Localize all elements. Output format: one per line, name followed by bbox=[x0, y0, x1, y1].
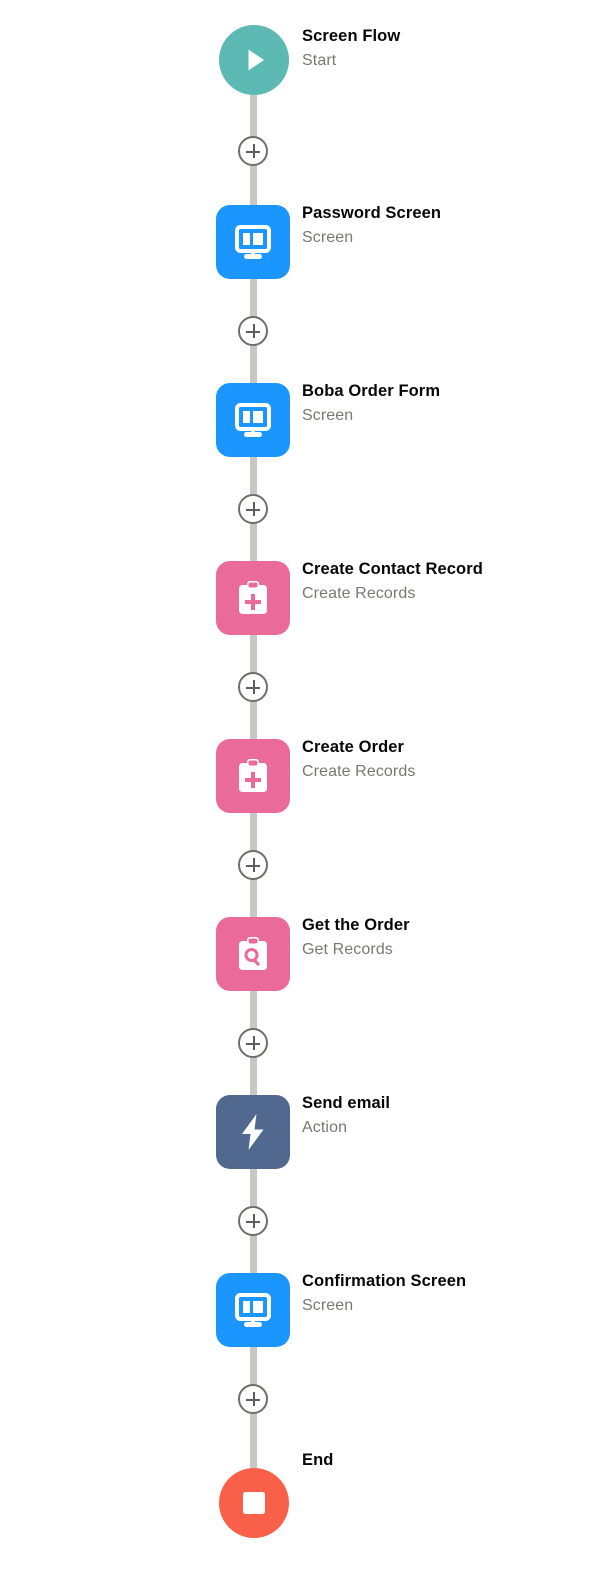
add-element-button[interactable] bbox=[238, 1028, 268, 1058]
flow-node-create-order[interactable] bbox=[216, 739, 290, 813]
flow-node-confirmation-screen[interactable] bbox=[216, 1273, 290, 1347]
flow-node-label-create-contact-record: Create Contact Record Create Records bbox=[302, 559, 592, 604]
node-title: End bbox=[302, 1451, 334, 1469]
add-element-button[interactable] bbox=[238, 850, 268, 880]
node-title: Send email bbox=[302, 1094, 391, 1112]
node-title: Get the Order bbox=[302, 916, 410, 934]
flow-node-boba-order-form[interactable] bbox=[216, 383, 290, 457]
node-title: Confirmation Screen bbox=[302, 1272, 467, 1290]
add-element-button[interactable] bbox=[238, 136, 268, 166]
screen-icon bbox=[235, 225, 271, 259]
plus-icon bbox=[252, 1214, 255, 1228]
flow-node-label-password-screen: Password Screen Screen bbox=[302, 203, 592, 248]
create-records-icon bbox=[239, 581, 267, 614]
node-title: Password Screen bbox=[302, 204, 442, 222]
add-element-button[interactable] bbox=[238, 1384, 268, 1414]
plus-icon bbox=[252, 144, 255, 158]
flow-node-label-start: Screen Flow Start bbox=[302, 26, 592, 71]
flow-node-label-get-the-order: Get the Order Get Records bbox=[302, 915, 592, 960]
node-subtitle: Screen bbox=[302, 407, 354, 424]
plus-icon bbox=[252, 680, 255, 694]
node-title: Create Contact Record bbox=[302, 560, 483, 578]
flow-node-label-end: End bbox=[302, 1450, 592, 1471]
add-element-button[interactable] bbox=[238, 494, 268, 524]
node-subtitle: Create Records bbox=[302, 763, 416, 780]
flow-node-create-contact-record[interactable] bbox=[216, 561, 290, 635]
node-subtitle: Get Records bbox=[302, 941, 393, 958]
screen-icon bbox=[235, 403, 271, 437]
lightning-bolt-icon bbox=[242, 1114, 264, 1150]
stop-icon bbox=[243, 1492, 265, 1514]
add-element-button[interactable] bbox=[238, 672, 268, 702]
node-title: Screen Flow bbox=[302, 27, 401, 45]
node-title: Create Order bbox=[302, 738, 405, 756]
flow-node-label-confirmation-screen: Confirmation Screen Screen bbox=[302, 1271, 592, 1316]
node-subtitle: Screen bbox=[302, 1297, 354, 1314]
flow-node-end[interactable] bbox=[219, 1468, 289, 1538]
flow-node-get-the-order[interactable] bbox=[216, 917, 290, 991]
flow-node-start[interactable] bbox=[219, 25, 289, 95]
get-records-icon bbox=[239, 937, 267, 970]
screen-icon bbox=[235, 1293, 271, 1327]
add-element-button[interactable] bbox=[238, 316, 268, 346]
plus-icon bbox=[252, 324, 255, 338]
node-subtitle: Action bbox=[302, 1119, 348, 1136]
flow-node-password-screen[interactable] bbox=[216, 205, 290, 279]
create-records-icon bbox=[239, 759, 267, 792]
flow-node-label-create-order: Create Order Create Records bbox=[302, 737, 592, 782]
flow-node-label-boba-order-form: Boba Order Form Screen bbox=[302, 381, 592, 426]
plus-icon bbox=[252, 858, 255, 872]
node-subtitle: Screen bbox=[302, 229, 354, 246]
flow-node-label-send-email: Send email Action bbox=[302, 1093, 592, 1138]
plus-icon bbox=[252, 1036, 255, 1050]
add-element-button[interactable] bbox=[238, 1206, 268, 1236]
node-subtitle: Create Records bbox=[302, 585, 416, 602]
plus-icon bbox=[252, 1392, 255, 1406]
node-title: Boba Order Form bbox=[302, 382, 441, 400]
flow-canvas: Screen Flow Start Password Screen Screen… bbox=[0, 0, 600, 1590]
plus-icon bbox=[252, 502, 255, 516]
node-subtitle: Start bbox=[302, 52, 337, 69]
play-icon bbox=[248, 49, 264, 71]
flow-node-send-email[interactable] bbox=[216, 1095, 290, 1169]
